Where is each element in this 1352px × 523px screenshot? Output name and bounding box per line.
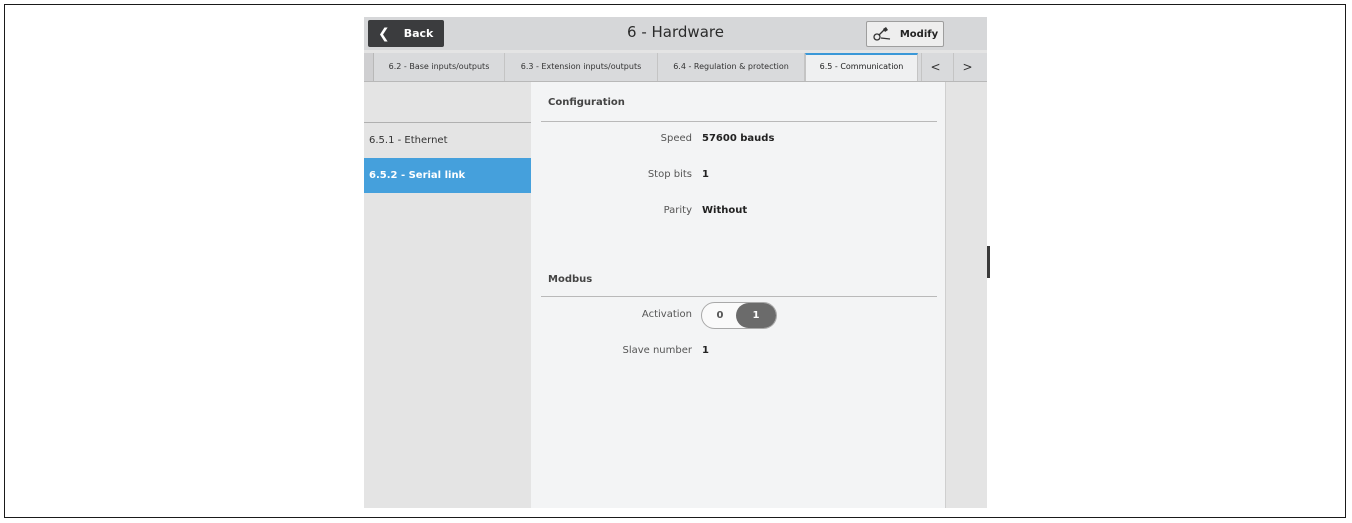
tab-next-button[interactable]: >: [953, 53, 981, 81]
scroll-indicator[interactable]: [987, 246, 990, 278]
hmi-screen: 6 - Hardware ❮ Back Modify 6.2 - Base in…: [364, 17, 987, 508]
configuration-title: Configuration: [548, 97, 625, 108]
tab-communication[interactable]: 6.5 - Communication: [805, 53, 918, 81]
slave-number-label: Slave number: [622, 345, 692, 356]
parity-label: Parity: [663, 205, 692, 216]
modbus-divider: [541, 296, 937, 297]
slave-number-value[interactable]: 1: [702, 345, 709, 356]
parity-value[interactable]: Without: [702, 205, 747, 216]
speed-value[interactable]: 57600 bauds: [702, 133, 774, 144]
back-button[interactable]: ❮ Back: [368, 20, 444, 47]
modbus-title: Modbus: [548, 274, 593, 285]
sidebar: 6.5.1 - Ethernet 6.5.2 - Serial link: [364, 82, 531, 508]
sidebar-item-serial-link[interactable]: 6.5.2 - Serial link: [364, 158, 531, 193]
tab-prev-button[interactable]: <: [921, 53, 949, 81]
right-strip: [945, 82, 987, 508]
modify-button-label: Modify: [899, 28, 939, 40]
configuration-divider: [541, 121, 937, 122]
stop-bits-value[interactable]: 1: [702, 169, 709, 180]
activation-option-off[interactable]: 0: [702, 303, 738, 328]
tab-base-io[interactable]: 6.2 - Base inputs/outputs: [374, 53, 505, 81]
modify-button[interactable]: Modify: [866, 21, 944, 47]
tab-partial[interactable]: [364, 53, 374, 81]
chevron-left-icon: ❮: [378, 25, 390, 42]
wrench-icon: [873, 27, 890, 41]
main-content: Configuration Speed 57600 bauds Stop bit…: [531, 82, 945, 508]
stop-bits-label: Stop bits: [647, 169, 692, 180]
sidebar-item-ethernet[interactable]: 6.5.1 - Ethernet: [364, 123, 531, 158]
back-button-label: Back: [403, 27, 434, 40]
title-bar: 6 - Hardware ❮ Back Modify: [364, 17, 987, 50]
tab-extension-io[interactable]: 6.3 - Extension inputs/outputs: [505, 53, 658, 81]
activation-toggle[interactable]: 0 1: [701, 302, 777, 329]
speed-label: Speed: [660, 133, 692, 144]
activation-label: Activation: [641, 309, 692, 320]
tab-bar: 6.2 - Base inputs/outputs 6.3 - Extensio…: [364, 53, 987, 82]
tab-regulation-protection[interactable]: 6.4 - Regulation & protection: [658, 53, 805, 81]
activation-option-on[interactable]: 1: [736, 303, 776, 328]
